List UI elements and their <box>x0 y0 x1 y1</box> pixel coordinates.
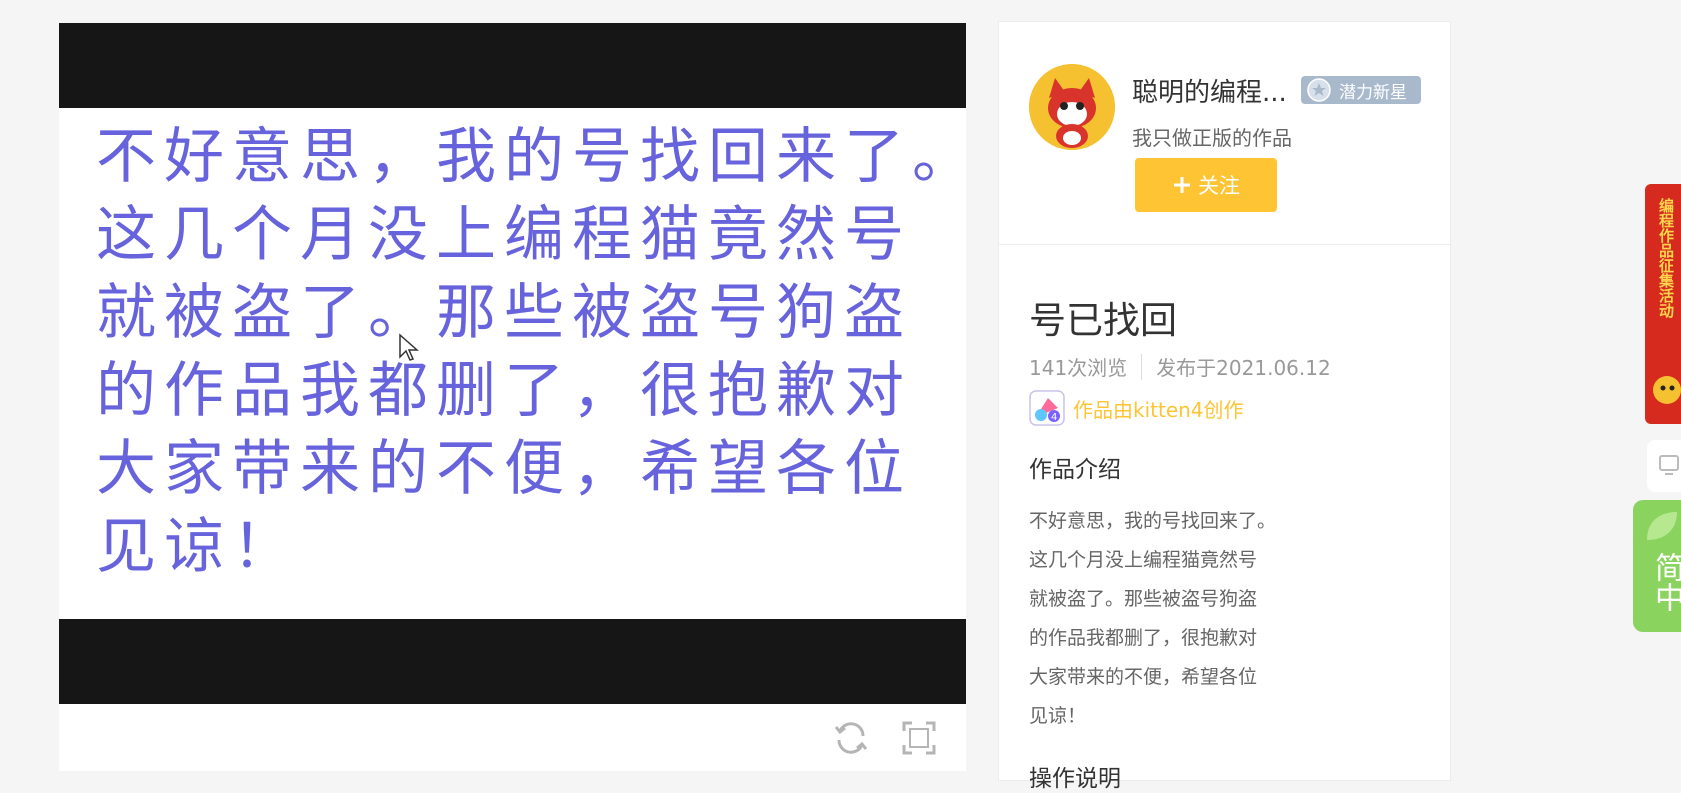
creator-text: 作品由kitten4创作 <box>1073 397 1244 422</box>
promo-banner[interactable]: 编程作品征集活动 <box>1645 184 1681 424</box>
work-player[interactable]: 不好意思，我的号找回来了。 这几个月没上编程猫竟然号 就被盗了。那些被盗号狗盗 … <box>59 23 980 771</box>
instructions-heading: 操作说明 <box>1029 766 1121 792</box>
green-float-banner[interactable]: 简中 <box>1633 500 1681 632</box>
player-controls <box>59 704 966 771</box>
letterbox-top <box>59 23 966 108</box>
letterbox-bottom <box>59 619 966 704</box>
kitten4-icon: 4 <box>1029 390 1065 426</box>
stage-text: 不好意思，我的号找回来了。 这几个月没上编程猫竟然号 就被盗了。那些被盗号狗盗 … <box>96 118 980 586</box>
author-name[interactable]: 聪明的编程... <box>1132 72 1302 109</box>
device-float[interactable] <box>1647 440 1681 492</box>
avatar[interactable] <box>1029 64 1115 150</box>
follow-button[interactable]: 关注 <box>1135 158 1277 212</box>
promo-text: 编程作品征集活动 <box>1657 198 1675 318</box>
stage-line: 就被盗了。那些被盗号狗盗 <box>96 278 912 348</box>
monitor-icon <box>1659 455 1679 475</box>
leaf-icon <box>1647 512 1677 540</box>
view-count: 141次浏览 <box>1029 356 1128 380</box>
intro-heading: 作品介绍 <box>1029 457 1121 483</box>
stage-line: 见谅！ <box>96 512 300 582</box>
mascot-icon <box>1653 376 1681 404</box>
svg-text:4: 4 <box>1051 412 1057 423</box>
description-line: 不好意思，我的号找回来了。 <box>1029 510 1277 532</box>
badge-label: 潜力新星 <box>1339 82 1407 103</box>
description-line: 就被盗了。那些被盗号狗盗 <box>1029 588 1258 610</box>
green-float-text: 简中 <box>1649 552 1681 612</box>
cat-avatar-icon <box>1029 64 1115 150</box>
meta-separator <box>1141 353 1143 380</box>
fullscreen-icon[interactable] <box>899 718 939 758</box>
star-icon <box>1307 78 1331 102</box>
stage-line: 的作品我都删了，很抱歉对 <box>96 356 912 426</box>
status-badge: 潜力新星 <box>1301 76 1421 104</box>
publish-date: 发布于2021.06.12 <box>1156 356 1331 380</box>
author-bio: 我只做正版的作品 <box>1132 126 1292 150</box>
description-line: 见谅！ <box>1029 705 1087 727</box>
stage-line: 大家带来的不便，希望各位 <box>96 434 912 504</box>
mouse-cursor-icon <box>399 333 419 361</box>
player-stage[interactable]: 不好意思，我的号找回来了。 这几个月没上编程猫竟然号 就被盗了。那些被盗号狗盗 … <box>59 108 980 619</box>
plus-icon <box>1174 177 1190 193</box>
work-title: 号已找回 <box>1029 299 1177 342</box>
follow-label: 关注 <box>1198 174 1240 198</box>
description-line: 大家带来的不便，希望各位 <box>1029 666 1258 688</box>
divider <box>999 244 1450 245</box>
work-description: 不好意思，我的号找回来了。 这几个月没上编程猫竟然号 就被盗了。那些被盗号狗盗 … <box>1029 502 1329 736</box>
description-line: 这几个月没上编程猫竟然号 <box>1029 549 1258 571</box>
stage-line: 不好意思，我的号找回来了。 <box>96 122 980 192</box>
work-meta: 141次浏览 发布于2021.06.12 <box>1029 352 1331 381</box>
stage-line: 这几个月没上编程猫竟然号 <box>96 200 912 270</box>
creator-tool[interactable]: 4 作品由kitten4创作 <box>1029 390 1244 426</box>
work-info-panel: 聪明的编程... 潜力新星 我只做正版的作品 关注 号已找回 141次浏览 发布… <box>998 21 1451 792</box>
description-line: 的作品我都删了，很抱歉对 <box>1029 627 1258 649</box>
refresh-icon[interactable] <box>831 718 871 758</box>
